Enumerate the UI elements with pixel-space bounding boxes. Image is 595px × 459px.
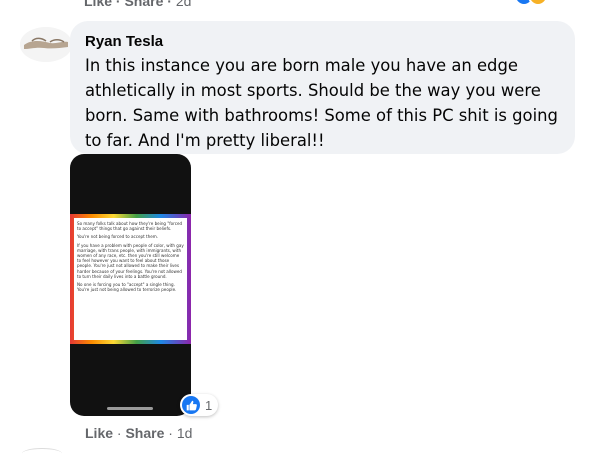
rainbow-border-image: So many folks talk about how they're bei… [70,214,191,344]
timestamp[interactable]: 2d [176,0,192,9]
previous-reactions[interactable] [514,0,554,6]
image-text-paragraph: If you have a problem with people of col… [77,242,184,279]
separator: · [116,425,122,441]
image-text-block: So many folks talk about how they're bei… [74,218,187,340]
separator: · [168,425,173,441]
image-text-paragraph: No one is forcing you to "accept" a sing… [77,282,177,293]
reaction-icons [514,0,548,6]
like-button[interactable]: Like [85,425,113,441]
reaction-summary[interactable]: 1 [180,394,219,416]
like-icon [182,396,200,414]
separator: · [115,0,121,9]
next-comment-avatar-edge [22,448,62,459]
comment-actions: Like · Share · 1d [85,425,192,441]
like-link[interactable]: Like [84,0,112,9]
timestamp[interactable]: 1d [177,425,193,441]
avatar[interactable] [20,27,72,62]
comment-bubble: Ryan Tesla In this instance you are born… [70,21,575,154]
comment-text: In this instance you are born male you h… [85,56,558,150]
comment-author[interactable]: Ryan Tesla [85,32,563,51]
separator: · [167,0,172,9]
avatar-image [20,27,72,62]
image-text-paragraph: You're not being forced to accept them. [77,234,159,240]
comment-attachment-image[interactable]: So many folks talk about how they're bei… [70,154,191,416]
share-button[interactable]: Share [125,425,164,441]
share-link[interactable]: Share [124,0,163,9]
image-text-paragraph: So many folks talk about how they're bei… [77,221,183,232]
phone-home-indicator [107,407,153,410]
previous-comment-actions: Like · Share · 2d [84,0,191,9]
reaction-count: 1 [205,397,213,413]
